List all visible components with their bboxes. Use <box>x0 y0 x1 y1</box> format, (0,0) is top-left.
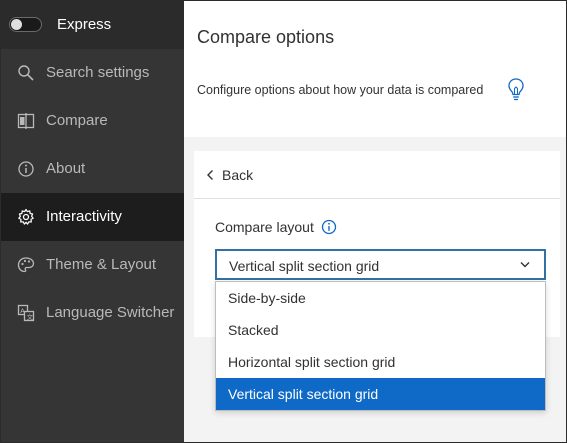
sidebar-item-label: Search settings <box>46 64 150 81</box>
palette-icon <box>17 257 35 273</box>
sidebar-item-theme-layout[interactable]: Theme & Layout <box>1 241 184 289</box>
compare-layout-label: Compare layout <box>215 219 314 235</box>
sidebar-item-search-settings[interactable]: Search settings <box>1 49 184 97</box>
app-window: Express Search settings Compare About In… <box>0 0 567 443</box>
sidebar-header: Express <box>1 1 184 49</box>
sidebar-item-language-switcher[interactable]: A 文 Language Switcher <box>1 289 184 337</box>
sidebar-item-label: About <box>46 160 86 177</box>
chevron-down-icon <box>520 262 530 268</box>
option-horizontal-split-section-grid[interactable]: Horizontal split section grid <box>216 346 545 378</box>
lightbulb-icon[interactable] <box>506 77 526 103</box>
sidebar: Express Search settings Compare About In… <box>1 1 184 442</box>
express-label: Express <box>57 16 112 33</box>
express-toggle[interactable] <box>9 17 42 32</box>
search-icon <box>18 65 34 81</box>
select-value: Vertical split section grid <box>229 258 380 274</box>
compare-layout-dropdown: Side-by-side Stacked Horizontal split se… <box>215 281 546 411</box>
page-description: Configure options about how your data is… <box>197 83 484 97</box>
info-icon <box>18 161 34 177</box>
sidebar-item-label: Language Switcher <box>46 304 175 321</box>
language-icon: A 文 <box>17 304 35 322</box>
chevron-left-icon[interactable] <box>206 169 214 181</box>
sidebar-item-interactivity[interactable]: Interactivity <box>1 193 184 241</box>
gear-icon <box>18 208 34 225</box>
compare-icon <box>17 113 35 129</box>
svg-text:A: A <box>20 307 25 315</box>
compare-layout-select[interactable]: Vertical split section grid <box>215 249 546 280</box>
info-icon[interactable] <box>321 219 337 235</box>
sidebar-item-compare[interactable]: Compare <box>1 97 184 145</box>
sidebar-item-label: Interactivity <box>46 208 122 225</box>
option-vertical-split-section-grid[interactable]: Vertical split section grid <box>216 378 545 410</box>
option-stacked[interactable]: Stacked <box>216 314 545 346</box>
sidebar-item-about[interactable]: About <box>1 145 184 193</box>
main-panel: Compare options Configure options about … <box>184 1 566 442</box>
sidebar-item-label: Compare <box>46 112 108 129</box>
back-button[interactable]: Back <box>222 167 253 183</box>
option-side-by-side[interactable]: Side-by-side <box>216 282 545 314</box>
sidebar-item-label: Theme & Layout <box>46 256 157 273</box>
toggle-knob <box>11 19 22 30</box>
page-title: Compare options <box>197 27 335 47</box>
svg-text:文: 文 <box>27 312 34 321</box>
